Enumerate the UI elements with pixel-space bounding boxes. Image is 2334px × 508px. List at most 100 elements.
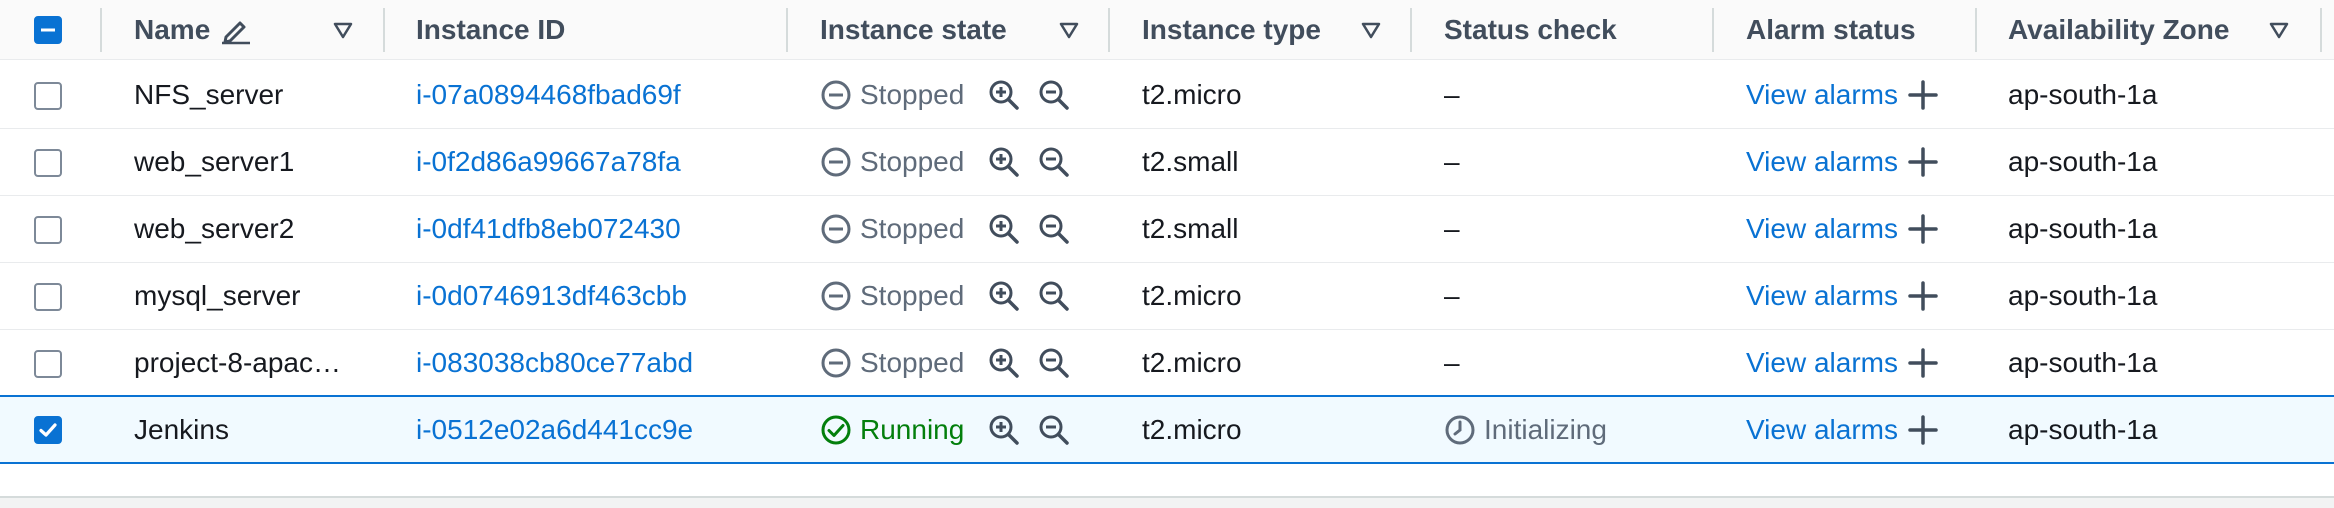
row-checkbox[interactable] [34, 416, 62, 444]
view-alarms-link[interactable]: View alarms [1746, 213, 1898, 245]
header-name[interactable]: Name [134, 0, 252, 60]
alarm-status: View alarms [1746, 62, 1938, 128]
column-divider[interactable] [786, 8, 788, 52]
header-alarm-status[interactable]: Alarm status [1746, 0, 1916, 60]
view-alarms-link[interactable]: View alarms [1746, 280, 1898, 312]
instance-id-link[interactable]: i-07a0894468fbad69f [416, 62, 681, 128]
status-check: – [1444, 263, 1460, 329]
instance-id-link[interactable]: i-0df41dfb8eb072430 [416, 196, 681, 262]
column-divider[interactable] [1410, 8, 1412, 52]
instance-id-link[interactable]: i-0f2d86a99667a78fa [416, 129, 681, 195]
view-alarms-link[interactable]: View alarms [1746, 347, 1898, 379]
instance-state-label: Stopped [860, 146, 965, 177]
table-row[interactable]: Jenkins i-0512e02a6d441cc9e Running t2.m… [0, 395, 2334, 464]
plus-icon[interactable] [1908, 214, 1938, 244]
table-row[interactable]: mysql_server i-0d0746913df463cbb Stopped… [0, 263, 2334, 330]
instance-state-label: Stopped [860, 213, 965, 244]
alarm-status: View alarms [1746, 263, 1938, 329]
table-row[interactable]: web_server2 i-0df41dfb8eb072430 Stopped … [0, 196, 2334, 263]
instance-type: t2.small [1142, 146, 1239, 177]
check-circle-icon [821, 415, 851, 444]
availability-zone: ap-south-1a [2008, 413, 2158, 445]
select-all-checkbox[interactable] [34, 16, 62, 44]
status-check-label: Initializing [1484, 413, 1607, 445]
plus-icon[interactable] [1908, 80, 1938, 110]
availability-zone: ap-south-1a [2008, 146, 2158, 177]
column-divider[interactable] [1975, 8, 1977, 52]
column-divider[interactable] [1108, 8, 1110, 52]
header-availability-zone[interactable]: Availability Zone [2008, 0, 2229, 60]
zoom-in-icon[interactable] [988, 146, 1020, 178]
zoom-out-icon[interactable] [1038, 347, 1070, 379]
column-divider[interactable] [100, 8, 102, 52]
instance-id-link[interactable]: i-083038cb80ce77abd [416, 330, 693, 396]
zoom-in-icon[interactable] [988, 213, 1020, 245]
row-checkbox[interactable] [34, 216, 62, 244]
header-instance-state[interactable]: Instance state [820, 0, 1007, 60]
table-row[interactable]: project-8-apac… i-083038cb80ce77abd Stop… [0, 330, 2334, 397]
table-row[interactable]: NFS_server i-07a0894468fbad69f Stopped t… [0, 62, 2334, 129]
alarm-status: View alarms [1746, 129, 1938, 195]
caret-down-icon[interactable] [1058, 19, 1080, 41]
instances-table: Name Instance ID Instance state Instance… [0, 0, 2334, 508]
minus-circle-icon [821, 147, 851, 177]
caret-down-icon[interactable] [1360, 19, 1382, 41]
column-divider[interactable] [2320, 8, 2322, 52]
instance-name: project-8-apac… [134, 347, 341, 378]
instance-id-link[interactable]: i-0d0746913df463cbb [416, 263, 687, 329]
zoom-out-icon[interactable] [1038, 414, 1070, 446]
instance-type: t2.small [1142, 213, 1239, 244]
zoom-in-icon[interactable] [988, 414, 1020, 446]
status-check: – [1444, 330, 1460, 396]
availability-zone: ap-south-1a [2008, 79, 2158, 110]
header-name-label: Name [134, 14, 211, 45]
instance-id-link[interactable]: i-0512e02a6d441cc9e [416, 397, 693, 462]
instance-state: Stopped [820, 129, 964, 195]
status-check-label: – [1444, 146, 1460, 177]
zoom-out-icon[interactable] [1038, 280, 1070, 312]
zoom-out-icon[interactable] [1038, 146, 1070, 178]
instance-state: Stopped [820, 62, 964, 128]
view-alarms-link[interactable]: View alarms [1746, 146, 1898, 178]
view-alarms-link[interactable]: View alarms [1746, 414, 1898, 446]
instance-state-label: Stopped [860, 79, 965, 110]
instance-name: web_server2 [134, 213, 295, 244]
instance-state: Stopped [820, 330, 964, 396]
availability-zone: ap-south-1a [2008, 213, 2158, 244]
header-instance-type[interactable]: Instance type [1142, 0, 1321, 60]
instance-state-label: Running [860, 413, 965, 445]
plus-icon[interactable] [1908, 414, 1938, 445]
plus-icon[interactable] [1908, 281, 1938, 311]
alarm-status: View alarms [1746, 196, 1938, 262]
instance-name: mysql_server [134, 280, 301, 311]
column-divider[interactable] [383, 8, 385, 52]
alarm-status: View alarms [1746, 397, 1938, 462]
caret-down-icon[interactable] [2268, 19, 2290, 41]
zoom-out-icon[interactable] [1038, 213, 1070, 245]
alarm-status: View alarms [1746, 330, 1938, 396]
row-checkbox[interactable] [34, 82, 62, 110]
instance-type: t2.micro [1142, 347, 1242, 378]
row-checkbox[interactable] [34, 350, 62, 378]
plus-icon[interactable] [1908, 348, 1938, 378]
status-check: – [1444, 129, 1460, 195]
caret-down-icon[interactable] [332, 19, 354, 41]
table-row[interactable]: web_server1 i-0f2d86a99667a78fa Stopped … [0, 129, 2334, 196]
instance-state-label: Stopped [860, 347, 965, 378]
plus-icon[interactable] [1908, 147, 1938, 177]
zoom-in-icon[interactable] [988, 79, 1020, 111]
row-checkbox[interactable] [34, 149, 62, 177]
status-check: Initializing [1444, 397, 1607, 462]
column-divider[interactable] [1712, 8, 1714, 52]
clock-icon [1445, 415, 1475, 444]
view-alarms-link[interactable]: View alarms [1746, 79, 1898, 111]
row-checkbox[interactable] [34, 283, 62, 311]
table-header: Name Instance ID Instance state Instance… [0, 0, 2334, 60]
header-instance-id[interactable]: Instance ID [416, 0, 565, 60]
header-status-check[interactable]: Status check [1444, 0, 1617, 60]
zoom-in-icon[interactable] [988, 347, 1020, 379]
zoom-out-icon[interactable] [1038, 79, 1070, 111]
availability-zone: ap-south-1a [2008, 347, 2158, 378]
zoom-in-icon[interactable] [988, 280, 1020, 312]
availability-zone: ap-south-1a [2008, 280, 2158, 311]
